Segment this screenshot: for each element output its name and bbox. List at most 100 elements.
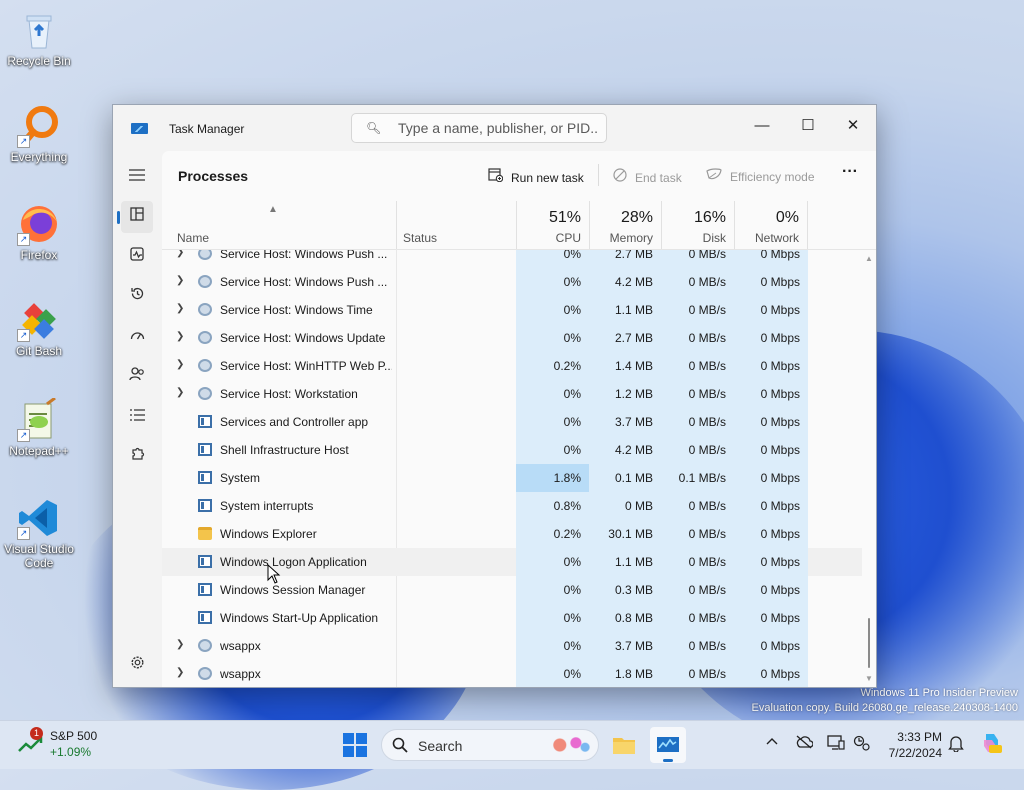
memory-cell: 0.1 MB	[589, 464, 661, 492]
scrollbar-thumb[interactable]	[868, 618, 870, 668]
expand-chevron-icon[interactable]: ❯	[176, 387, 184, 398]
desktop-icon-vscode[interactable]: ↗ Visual Studio Code	[1, 496, 77, 570]
column-header-cpu[interactable]: 51% CPU	[516, 201, 589, 249]
desktop-icon-git-bash[interactable]: ↗ Git Bash	[1, 298, 77, 358]
desktop-icon-recycle-bin[interactable]: Recycle Bin	[1, 8, 77, 68]
network-cell: 0 Mbps	[734, 492, 808, 520]
table-row[interactable]: ❯ Service Host: Windows Time 0% 1.1 MB 0 MB/…	[162, 296, 862, 324]
show-hidden-icons-chevron-icon[interactable]	[765, 735, 779, 752]
hamburger-menu-button[interactable]	[121, 161, 153, 193]
taskbar-search[interactable]: Search	[381, 729, 599, 761]
processes-icon	[130, 207, 144, 221]
cpu-cell: 0%	[516, 604, 589, 632]
nav-app-history[interactable]	[121, 281, 153, 313]
table-row[interactable]: ❯ Service Host: Windows Push ... 0% 2.7 MB 0…	[162, 250, 862, 268]
network-cell: 0 Mbps	[734, 548, 808, 576]
scroll-up-icon[interactable]: ▲	[865, 254, 873, 263]
close-button[interactable]: ✕	[830, 111, 876, 141]
accessibility-settings-icon[interactable]	[853, 735, 871, 754]
scroll-down-icon[interactable]: ▼	[865, 674, 873, 683]
expand-chevron-icon[interactable]: ❯	[176, 667, 184, 678]
nav-sidebar	[113, 151, 161, 687]
display-icon[interactable]	[827, 735, 845, 753]
memory-cell: 4.2 MB	[589, 436, 661, 464]
table-row[interactable]: ❯ wsappx 0% 1.8 MB 0 MB/s 0 Mbps	[162, 660, 862, 687]
table-row[interactable]: ❯ wsappx 0% 3.7 MB 0 MB/s 0 Mbps	[162, 632, 862, 660]
minimize-button[interactable]: —	[739, 111, 785, 141]
watermark-line-1: Windows 11 Pro Insider Preview	[860, 687, 1018, 699]
expand-chevron-icon[interactable]: ❯	[176, 639, 184, 650]
command-bar: Processes Run new task End task Efficien…	[162, 151, 876, 201]
memory-cell: 1.1 MB	[589, 296, 661, 324]
nav-startup-apps[interactable]	[121, 321, 153, 353]
table-row[interactable]: ❯ Service Host: Windows Update 0% 2.7 MB 0 M…	[162, 324, 862, 352]
search-input[interactable]	[396, 119, 600, 137]
nav-settings[interactable]	[121, 650, 153, 682]
table-row[interactable]: System 1.8% 0.1 MB 0.1 MB/s 0 Mbps	[162, 464, 862, 492]
network-cell: 0 Mbps	[734, 436, 808, 464]
efficiency-mode-button[interactable]: Efficiency mode	[706, 168, 815, 184]
desktop-icon-firefox[interactable]: ↗ Firefox	[1, 202, 77, 262]
table-row[interactable]: Windows Explorer 0.2% 30.1 MB 0 MB/s 0 Mbps	[162, 520, 862, 548]
nav-users[interactable]	[121, 361, 153, 393]
desktop-icon-everything[interactable]: ↗ Everything	[1, 104, 77, 164]
expand-chevron-icon[interactable]: ❯	[176, 250, 184, 258]
table-row[interactable]: Services and Controller app 0% 3.7 MB 0 MB/…	[162, 408, 862, 436]
start-button[interactable]	[343, 733, 367, 757]
process-name: Shell Infrastructure Host	[220, 443, 349, 457]
table-row[interactable]: Shell Infrastructure Host 0% 4.2 MB 0 MB/s 0…	[162, 436, 862, 464]
clock-date: 7/22/2024	[888, 746, 942, 760]
run-new-task-button[interactable]: Run new task	[488, 168, 584, 185]
table-row[interactable]: System interrupts 0.8% 0 MB 0 MB/s 0 Mbps	[162, 492, 862, 520]
app-window-icon	[198, 583, 212, 596]
taskbar-task-manager[interactable]	[650, 727, 686, 763]
recycle-bin-icon	[17, 8, 61, 52]
desktop-icon-label: Visual Studio Code	[4, 542, 74, 570]
column-header-name[interactable]: Name	[177, 231, 209, 245]
table-row[interactable]: Windows Start-Up Application 0% 0.8 MB 0 MB…	[162, 604, 862, 632]
expand-chevron-icon[interactable]: ❯	[176, 275, 184, 286]
system-clock[interactable]: 3:33 PM 7/22/2024	[880, 729, 942, 761]
search-box[interactable]: 🔍︎	[351, 113, 607, 143]
memory-cell: 30.1 MB	[589, 520, 661, 548]
service-gear-icon	[198, 387, 212, 400]
expand-chevron-icon[interactable]: ❯	[176, 359, 184, 370]
expand-chevron-icon[interactable]: ❯	[176, 303, 184, 314]
notifications-bell-icon[interactable]	[948, 735, 964, 755]
shortcut-arrow-icon: ↗	[17, 135, 30, 148]
vertical-scrollbar[interactable]: ▲ ▼	[862, 250, 876, 687]
cpu-header-label: CPU	[555, 231, 581, 245]
nav-details[interactable]	[121, 401, 153, 433]
users-icon	[129, 367, 144, 381]
title-bar[interactable]: Task Manager 🔍︎ — ☐ ✕	[113, 105, 876, 151]
column-header-memory[interactable]: 28% Memory	[589, 201, 661, 249]
vscode-icon: ↗	[17, 496, 61, 540]
table-row[interactable]: ❯ Service Host: Windows Push ... 0% 4.2 MB 0…	[162, 268, 862, 296]
network-offline-icon[interactable]	[795, 735, 814, 752]
table-header: ▲ Name Status 51% CPU 28% Memory 16% Dis…	[162, 201, 876, 250]
nav-performance[interactable]	[121, 241, 153, 273]
cpu-total: 51%	[548, 209, 581, 226]
sort-ascending-icon[interactable]: ▲	[268, 204, 278, 215]
memory-cell: 0.3 MB	[589, 576, 661, 604]
cpu-cell: 0%	[516, 576, 589, 604]
copilot-icon[interactable]	[980, 731, 1004, 758]
more-options-button[interactable]: ···	[842, 163, 858, 181]
desktop-icon-notepadpp[interactable]: ↗ Notepad++	[1, 396, 77, 458]
end-task-button[interactable]: End task	[613, 168, 682, 185]
column-header-network[interactable]: 0% Network	[734, 201, 808, 249]
app-window-icon	[198, 415, 212, 428]
nav-services[interactable]	[121, 441, 153, 473]
expand-chevron-icon[interactable]: ❯	[176, 331, 184, 342]
column-header-status[interactable]: Status	[396, 201, 516, 249]
column-header-disk[interactable]: 16% Disk	[661, 201, 734, 249]
cpu-cell: 0%	[516, 268, 589, 296]
table-row[interactable]: ❯ Service Host: Workstation 0% 1.2 MB 0 MB/s…	[162, 380, 862, 408]
memory-cell: 1.1 MB	[589, 548, 661, 576]
nav-processes[interactable]	[117, 201, 153, 233]
table-row[interactable]: ❯ Service Host: WinHTTP Web P... 0.2% 1.4 M…	[162, 352, 862, 380]
taskbar-file-explorer[interactable]	[606, 727, 642, 763]
process-list: ❯ Service Host: Windows Push ... 0% 2.7 MB 0…	[162, 250, 862, 687]
app-window-icon	[198, 443, 212, 456]
maximize-button[interactable]: ☐	[785, 111, 831, 141]
